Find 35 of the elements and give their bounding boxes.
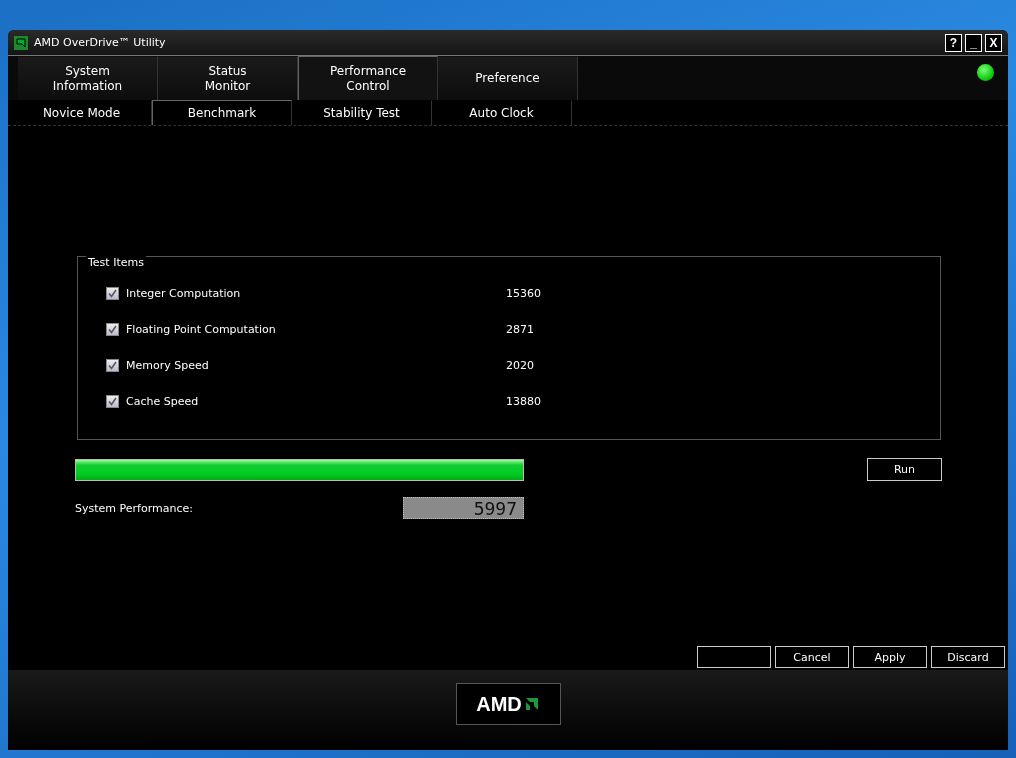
window-title: AMD OverDrive™ Utility bbox=[34, 36, 167, 49]
tab[interactable]: Status Monitor bbox=[158, 56, 298, 100]
test-item-label: Memory Speed bbox=[126, 358, 210, 372]
test-item-label: Integer Computation bbox=[126, 286, 242, 300]
checkbox[interactable] bbox=[106, 286, 119, 300]
checkbox[interactable] bbox=[106, 322, 119, 336]
window-control-button[interactable]: ? bbox=[945, 33, 962, 52]
test-score: 2020 bbox=[506, 358, 534, 372]
dialog-button[interactable]: Apply bbox=[853, 646, 927, 668]
tab[interactable]: Performance Control bbox=[298, 56, 438, 100]
run-button[interactable]: Run bbox=[867, 458, 942, 481]
subtab[interactable]: Novice Mode bbox=[12, 100, 152, 125]
dialog-button[interactable]: Cancel bbox=[775, 646, 849, 668]
app-logo-icon bbox=[14, 35, 28, 50]
test-score: 13880 bbox=[506, 394, 541, 408]
test-score: 15360 bbox=[506, 286, 541, 300]
window-control-button[interactable]: X bbox=[985, 33, 1002, 52]
tab[interactable]: System Information bbox=[18, 56, 158, 100]
performance-label: System Performance: bbox=[75, 501, 194, 515]
arrow-logo-icon bbox=[523, 696, 540, 712]
checkbox[interactable] bbox=[106, 394, 119, 408]
dialog-button[interactable]: Discard bbox=[931, 646, 1005, 668]
subtab[interactable]: Benchmark bbox=[152, 100, 292, 125]
group-title: Test Items bbox=[86, 256, 146, 269]
subtab[interactable]: Auto Clock bbox=[432, 100, 572, 125]
test-item-label: Floating Point Computation bbox=[126, 322, 277, 336]
logo-text: AMD bbox=[476, 692, 522, 716]
tab[interactable]: Preference bbox=[438, 56, 578, 100]
dialog-button[interactable] bbox=[697, 646, 771, 668]
test-score: 2871 bbox=[506, 322, 534, 336]
window-control-button[interactable]: _ bbox=[965, 33, 982, 52]
performance-score: 5997 bbox=[403, 497, 524, 519]
test-item-label: Cache Speed bbox=[126, 394, 200, 408]
subtab[interactable]: Stability Test bbox=[292, 100, 432, 125]
checkbox[interactable] bbox=[106, 358, 119, 372]
